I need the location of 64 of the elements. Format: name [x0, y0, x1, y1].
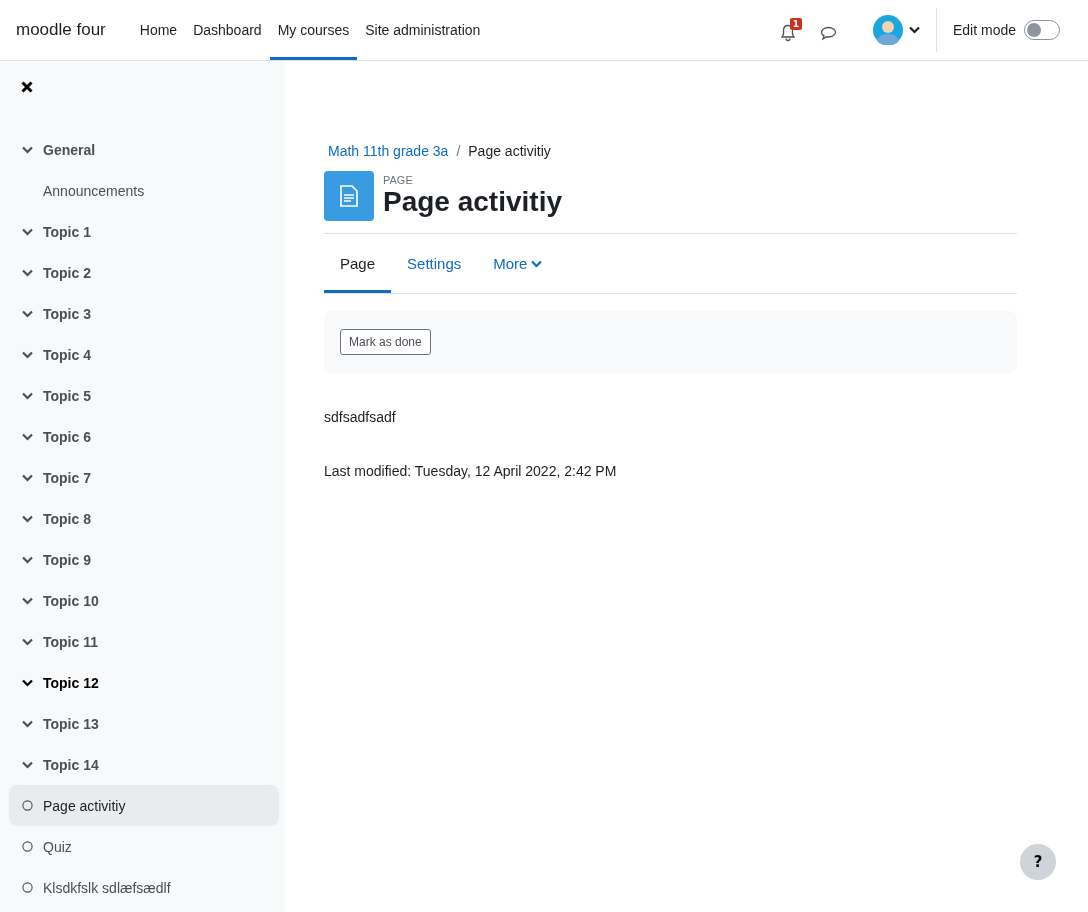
nav-link[interactable]: Site administration — [357, 0, 489, 60]
notification-button[interactable]: 1 — [779, 18, 802, 42]
chevron-down-icon — [21, 309, 33, 318]
activity-type-label: PAGE — [383, 174, 414, 186]
site-name: moodle four — [16, 20, 106, 40]
section-link[interactable]: Topic 3 — [9, 293, 279, 334]
nav-link[interactable]: Dashboard — [185, 0, 270, 60]
section-link[interactable]: Topic 7 — [9, 457, 279, 498]
activity-link[interactable]: Quiz — [9, 826, 279, 867]
chevron-down-icon — [21, 719, 33, 728]
edit-mode-label: Edit mode — [952, 22, 1016, 38]
section-link[interactable]: Topic 1 — [9, 211, 279, 252]
chevron-down-icon — [21, 350, 33, 359]
chevron-down-icon — [21, 555, 33, 564]
chevron-down-icon — [21, 391, 33, 400]
chevron-down-icon — [21, 268, 33, 277]
user-menu[interactable] — [872, 15, 920, 45]
breadcrumb-link[interactable]: Math 11th grade 3a — [328, 143, 449, 159]
notification-count: 1 — [789, 18, 802, 30]
chevron-down-icon — [21, 596, 33, 605]
section-link[interactable]: General — [9, 129, 279, 170]
circle-icon — [21, 800, 33, 811]
chevron-down-icon — [21, 760, 33, 769]
section-link[interactable]: Topic 14 — [9, 744, 279, 785]
chevron-down-icon — [21, 473, 33, 482]
activity-link[interactable]: Page activitiy — [9, 785, 279, 826]
page-icon — [324, 171, 374, 221]
section-link[interactable]: Topic 9 — [9, 539, 279, 580]
circle-icon — [21, 882, 33, 893]
tab[interactable]: Settings — [391, 234, 478, 293]
section-link[interactable]: Topic 12 — [9, 662, 279, 703]
speech-bubble-icon — [819, 25, 837, 41]
activity-link[interactable]: Klsdkfslk sdlæfsædlf — [9, 867, 279, 908]
section-link[interactable]: Topic 13 — [9, 703, 279, 744]
last-modified-text: Last modified: Tuesday, 12 April 2022, 2:42 PM — [324, 463, 618, 479]
chevron-down-icon — [21, 145, 33, 154]
mark-as-done-button[interactable]: Mark as done — [340, 329, 431, 355]
close-icon[interactable] — [21, 81, 33, 93]
circle-icon — [21, 841, 33, 852]
chevron-down-icon — [21, 432, 33, 441]
section-link[interactable]: Topic 6 — [9, 416, 279, 457]
caret-icon — [908, 26, 920, 34]
section-link[interactable]: Topic 11 — [9, 621, 279, 662]
chevron-down-icon — [21, 514, 33, 523]
page-title: Page activitiy — [383, 186, 562, 218]
section-link[interactable]: Topic 8 — [9, 498, 279, 539]
tab[interactable]: More — [477, 234, 559, 293]
section-link[interactable]: Topic 5 — [9, 375, 279, 416]
caret-icon — [531, 259, 543, 268]
section-link[interactable]: Topic 4 — [9, 334, 279, 375]
breadcrumb-separator: / — [456, 143, 461, 159]
nav-link[interactable]: Home — [131, 0, 186, 60]
tab[interactable]: Page — [324, 234, 392, 293]
help-button[interactable]: ? — [1020, 844, 1056, 880]
activity-link[interactable]: Announcements — [9, 170, 279, 211]
edit-mode-switch[interactable] — [1024, 20, 1060, 40]
chevron-down-icon — [21, 637, 33, 646]
avatar-icon — [872, 15, 903, 45]
chevron-down-icon — [21, 678, 33, 687]
breadcrumb-current-text: Page activitiy — [468, 143, 551, 159]
chevron-down-icon — [21, 227, 33, 236]
section-link[interactable]: Topic 2 — [9, 252, 279, 293]
section-link[interactable]: Topic 10 — [9, 580, 279, 621]
page-content-text: sdfsadfsadf — [324, 409, 397, 425]
